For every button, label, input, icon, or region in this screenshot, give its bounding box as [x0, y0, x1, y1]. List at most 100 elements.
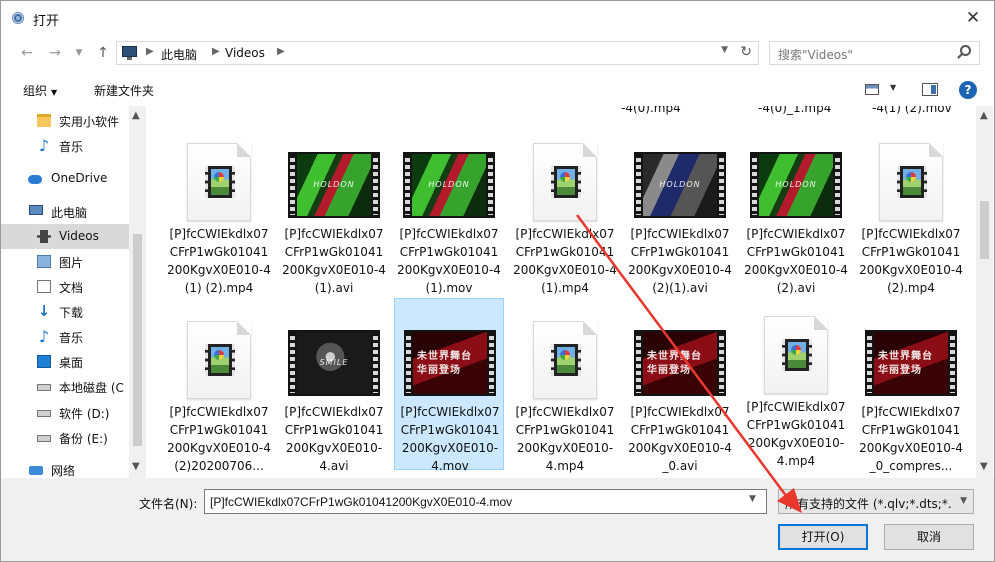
file-name: [P]fcCWIEkdlx07CFrP1wGk01041200KgvX0E010…: [859, 227, 963, 295]
video-thumbnail: HOLDON: [403, 143, 495, 221]
video-thumbnail: HOLDON: [288, 143, 380, 221]
app-icon: [12, 12, 24, 24]
file-item[interactable]: 未世界舞台 华丽登场 [P]fcCWIEkdlx07CFrP1wGk010412…: [856, 299, 966, 473]
new-folder-button[interactable]: 新建文件夹: [94, 82, 154, 99]
breadcrumb-separator-icon: ▶: [212, 46, 220, 57]
open-button[interactable]: 打开(O): [778, 524, 868, 550]
nav-item-videos[interactable]: Videos: [1, 224, 129, 249]
view-options-icon[interactable]: [865, 84, 879, 95]
search-icon: [960, 45, 971, 56]
nav-item-utilities[interactable]: 实用小软件: [1, 108, 129, 133]
cloud-icon: [28, 175, 42, 184]
bottom-panel: 文件名(N): ▼ 所有支持的文件 (*.qlv;*.dts;*.w ▼ 打开(…: [1, 478, 994, 561]
breadcrumb-separator-icon: ▶: [277, 46, 285, 57]
view-dropdown-icon[interactable]: ▼: [890, 83, 896, 92]
file-item-selected[interactable]: 未世界舞台 华丽登场 [P]fcCWIEkdlx07CFrP1wGk010412…: [394, 298, 504, 473]
up-arrow-icon: ↑: [97, 45, 109, 61]
nav-item-drive-d[interactable]: 软件 (D:): [1, 400, 129, 425]
close-button[interactable]: ✕: [958, 4, 988, 32]
file-item[interactable]: SMILE [P]fcCWIEkdlx07CFrP1wGk01041200Kgv…: [279, 299, 389, 473]
recent-locations-button[interactable]: ▼: [69, 43, 89, 63]
nav-item-this-pc[interactable]: 此电脑: [1, 199, 129, 224]
refresh-icon[interactable]: ↻: [740, 44, 752, 60]
nav-item-label: 软件 (D:): [59, 407, 110, 421]
file-name: [P]fcCWIEkdlx07CFrP1wGk01041200KgvX0E010…: [859, 405, 963, 473]
desktop-icon: [37, 355, 51, 368]
nav-item-label: 图片: [59, 256, 84, 270]
title-bar: 打开 ✕: [1, 1, 994, 35]
nav-item-downloads[interactable]: ↓ 下载: [1, 299, 129, 324]
address-row: ← → ▼ ↑ ▶ 此电脑 ▶ Videos ▶ ▼ ↻ 搜索"Videos": [1, 37, 994, 69]
file-item[interactable]: HOLDON [P]fcCWIEkdlx07CFrP1wGk01041200Kg…: [279, 121, 389, 295]
search-input[interactable]: 搜索"Videos": [769, 41, 980, 65]
nav-item-desktop[interactable]: 桌面: [1, 349, 129, 374]
scroll-down-icon[interactable]: ▼: [132, 461, 140, 472]
nav-scrollbar[interactable]: ▲ ▼: [129, 106, 146, 478]
cancel-button[interactable]: 取消: [884, 524, 974, 550]
nav-item-documents[interactable]: 文档: [1, 274, 129, 299]
organize-label: 组织: [23, 84, 48, 98]
scroll-up-icon[interactable]: ▲: [132, 110, 140, 121]
drive-icon: [37, 435, 51, 442]
nav-item-label: 本地磁盘 (C: [59, 381, 124, 395]
file-type-filter[interactable]: 所有支持的文件 (*.qlv;*.dts;*.w ▼: [778, 489, 974, 514]
nav-item-drive-e[interactable]: 备份 (E:): [1, 425, 129, 450]
preview-pane-icon[interactable]: [922, 83, 938, 96]
forward-button[interactable]: →: [45, 43, 65, 63]
thumbnail-caption: SMILE: [319, 358, 349, 367]
drive-icon: [37, 384, 51, 391]
nav-item-label: 音乐: [59, 331, 84, 345]
file-item[interactable]: [P]fcCWIEkdlx07CFrP1wGk01041200KgvX0E010…: [856, 121, 966, 295]
nav-item-music-2[interactable]: ♪ 音乐: [1, 324, 129, 349]
navigation-pane: 实用小软件 ♪ 音乐 OneDrive 此电脑 Videos 图片 文档 ↓ 下载 …: [1, 106, 146, 478]
nav-item-drive-c[interactable]: 本地磁盘 (C: [1, 374, 129, 399]
video-file-icon: [865, 143, 957, 221]
file-item[interactable]: [P]fcCWIEkdlx07CFrP1wGk01041200KgvX0E010…: [510, 299, 620, 473]
file-item[interactable]: HOLDON [P]fcCWIEkdlx07CFrP1wGk01041200Kg…: [741, 121, 851, 295]
nav-item-network[interactable]: 网络: [1, 457, 129, 478]
video-thumbnail: 未世界舞台 华丽登场: [404, 321, 496, 399]
file-name: [P]fcCWIEkdlx07CFrP1wGk01041200KgvX0E010…: [282, 227, 386, 295]
file-item[interactable]: HOLDON [P]fcCWIEkdlx07CFrP1wGk01041200Kg…: [625, 121, 735, 295]
documents-icon: [37, 280, 51, 293]
folder-icon: [37, 114, 51, 127]
file-item[interactable]: HOLDON [P]fcCWIEkdlx07CFrP1wGk01041200Kg…: [394, 121, 504, 295]
nav-item-pictures[interactable]: 图片: [1, 249, 129, 274]
scroll-up-icon[interactable]: ▲: [980, 110, 988, 121]
up-button[interactable]: ↑: [93, 43, 113, 63]
address-dropdown-icon[interactable]: ▼: [721, 45, 728, 55]
file-item[interactable]: [P]fcCWIEkdlx07CFrP1wGk01041200KgvX0E010…: [510, 121, 620, 295]
content-scrollbar[interactable]: ▲ ▼: [976, 106, 993, 478]
download-icon: ↓: [37, 302, 51, 320]
filename-dropdown-icon[interactable]: ▼: [749, 494, 756, 504]
scroll-down-icon[interactable]: ▼: [980, 461, 988, 472]
open-file-dialog: 打开 ✕ ← → ▼ ↑ ▶ 此电脑 ▶ Videos ▶ ▼ ↻ 搜索"Vid…: [0, 0, 995, 562]
content-scrollbar-thumb[interactable]: [980, 201, 989, 259]
network-icon: [29, 466, 43, 475]
file-item[interactable]: [P]fcCWIEkdlx07CFrP1wGk01041200KgvX0E010…: [164, 299, 274, 473]
filename-input[interactable]: [204, 489, 767, 514]
file-item[interactable]: 未世界舞台 华丽登场 [P]fcCWIEkdlx07CFrP1wGk010412…: [625, 299, 735, 473]
nav-scrollbar-thumb[interactable]: [133, 234, 142, 446]
video-file-icon: [173, 143, 265, 221]
nav-item-music[interactable]: ♪ 音乐: [1, 133, 129, 158]
file-name: [P]fcCWIEkdlx07CFrP1wGk01041200KgvX0E010…: [513, 227, 617, 295]
breadcrumb-separator-icon: ▶: [146, 46, 154, 57]
file-item[interactable]: [P]fcCWIEkdlx07CFrP1wGk01041200KgvX0E010…: [164, 121, 274, 295]
breadcrumb-videos[interactable]: Videos: [225, 46, 265, 60]
back-button[interactable]: ←: [17, 43, 37, 63]
thumbnail-caption: 未世界舞台 华丽登场: [647, 351, 702, 376]
video-thumbnail: HOLDON: [634, 143, 726, 221]
address-bar[interactable]: ▶ 此电脑 ▶ Videos ▶ ▼ ↻: [116, 41, 759, 65]
file-item[interactable]: [P]fcCWIEkdlx07CFrP1wGk01041200KgvX0E010…: [741, 294, 851, 468]
videos-icon: [37, 230, 51, 243]
nav-item-onedrive[interactable]: OneDrive: [1, 166, 129, 191]
breadcrumb-this-pc[interactable]: 此电脑: [161, 46, 197, 63]
video-file-icon: [519, 143, 611, 221]
thumbnail-caption: HOLDON: [775, 180, 817, 189]
thumbnail-caption: HOLDON: [659, 180, 701, 189]
organize-button[interactable]: 组织 ▼: [23, 82, 57, 99]
partial-file-label: -4(0).mp4: [621, 106, 681, 115]
thumbnail-caption: 未世界舞台 华丽登场: [417, 351, 472, 376]
help-icon[interactable]: ?: [959, 81, 977, 99]
